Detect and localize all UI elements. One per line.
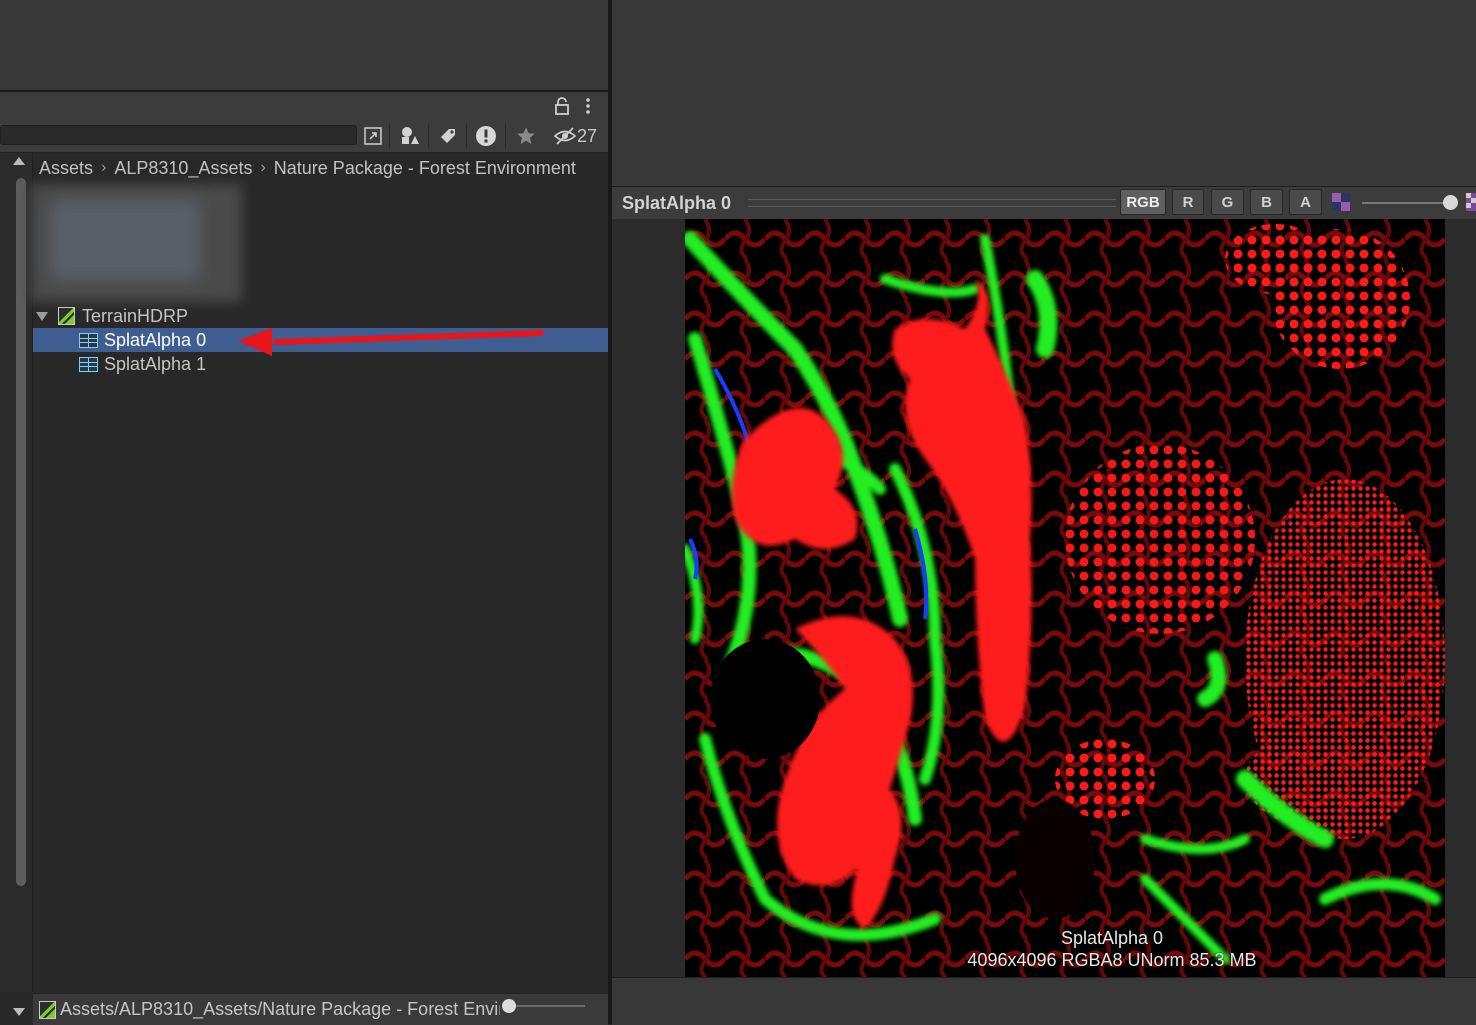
breadcrumb-assets[interactable]: Assets — [33, 158, 99, 179]
channel-a-button[interactable]: A — [1289, 189, 1322, 215]
warning-circle-icon — [476, 126, 496, 146]
texture-icon — [79, 356, 98, 372]
terrain-data-icon — [39, 1000, 56, 1019]
blurred-thumbnail-inner — [50, 200, 200, 280]
preview-image-name: SplatAlpha 0 — [1060, 928, 1164, 948]
more-menu-icon[interactable] — [580, 96, 596, 116]
shapes-icon — [402, 127, 419, 144]
scrollbar-thumb[interactable] — [16, 178, 26, 886]
toolbar-separator — [505, 124, 506, 148]
asset-path-label: Assets/ALP8310_Assets/Nature Package - F… — [60, 999, 500, 1019]
texture-icon — [79, 332, 98, 348]
preview-footer — [612, 977, 1476, 1025]
channel-rgb-button[interactable]: RGB — [1120, 189, 1166, 215]
selected-asset-path-bar: Assets/ALP8310_Assets/Nature Package - F… — [33, 993, 608, 1025]
open-search-icon — [364, 127, 382, 145]
channel-g-button[interactable]: G — [1211, 189, 1244, 215]
breadcrumb-nature-package[interactable]: Nature Package - Forest Environment — [268, 158, 582, 179]
foldout-arrow-icon[interactable] — [36, 311, 48, 321]
preview-drag-handle[interactable] — [748, 199, 1116, 207]
red-arrow-annotation — [238, 328, 544, 356]
mip-slider-knob[interactable] — [1443, 195, 1458, 210]
mip-slider-track[interactable] — [1362, 202, 1452, 204]
toolbar-separator — [389, 124, 390, 148]
splatmap-image — [685, 219, 1445, 977]
tree-item-label: TerrainHDRP — [82, 305, 189, 326]
preview-image-info: 4096x4096 RGBA8 UNorm 85.3 MB — [967, 950, 1257, 970]
breadcrumb-alp-assets[interactable]: ALP8310_Assets — [108, 158, 258, 179]
icon-size-slider-knob[interactable] — [502, 999, 516, 1013]
hidden-count-label: 27 — [577, 125, 598, 146]
hidden-packages-toggle[interactable]: 27 — [553, 122, 603, 150]
search-options-button[interactable] — [360, 122, 386, 150]
terrain-data-icon — [58, 307, 75, 325]
search-input[interactable] — [0, 125, 357, 145]
channel-r-button[interactable]: R — [1172, 189, 1204, 215]
checker-icon[interactable] — [1466, 193, 1476, 211]
project-window-header — [0, 92, 608, 120]
breadcrumb: Assets › ALP8310_Assets › Nature Package… — [33, 153, 608, 183]
splat-texture-preview[interactable] — [685, 219, 1445, 977]
top-empty-panel — [0, 0, 608, 90]
lock-icon[interactable] — [553, 96, 571, 116]
breadcrumb-chevron-icon: › — [260, 159, 266, 176]
tree-item-label: SplatAlpha 1 — [104, 353, 207, 374]
toolbar-separator — [428, 124, 429, 148]
toolbar-separator — [466, 124, 467, 148]
filter-by-type-button[interactable] — [394, 122, 426, 150]
scroll-up-arrow-icon[interactable] — [13, 157, 25, 165]
filter-by-label-button[interactable] — [432, 122, 464, 150]
tree-item-label: SplatAlpha 0 — [104, 329, 207, 350]
preview-title: SplatAlpha 0 — [622, 192, 732, 213]
channel-b-button[interactable]: B — [1250, 189, 1283, 215]
inspector-empty-area — [612, 0, 1476, 186]
eye-slash-icon — [553, 127, 577, 145]
star-icon — [517, 127, 535, 144]
tag-icon — [441, 129, 455, 143]
mip-level-icon — [1332, 193, 1350, 211]
favorites-button[interactable] — [510, 122, 542, 150]
filter-by-log-button[interactable] — [470, 122, 502, 150]
icon-size-slider-track[interactable] — [505, 1005, 585, 1007]
scroll-down-arrow-icon[interactable] — [13, 1008, 25, 1016]
breadcrumb-chevron-icon: › — [101, 159, 107, 176]
